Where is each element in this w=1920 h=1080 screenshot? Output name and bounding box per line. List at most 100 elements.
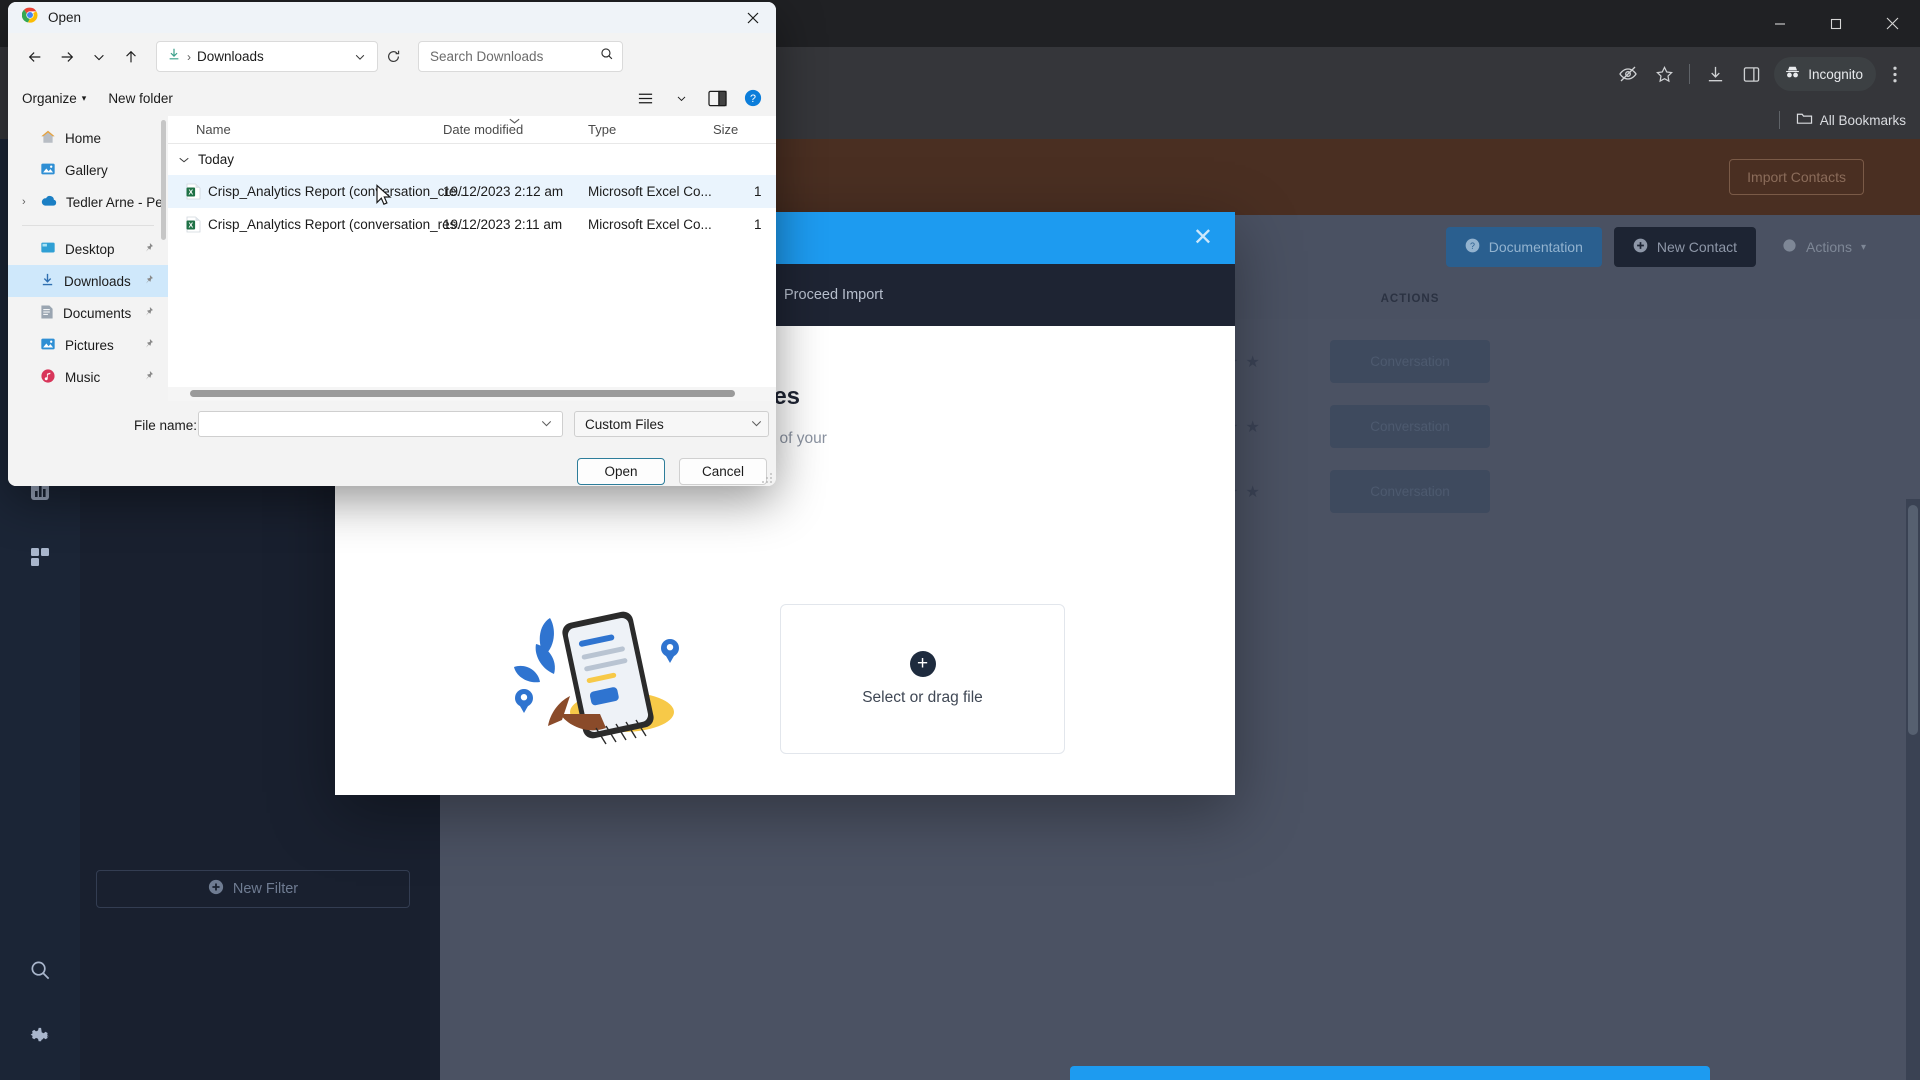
new-filter-button[interactable]: New Filter bbox=[96, 870, 410, 908]
file-row[interactable]: X Crisp_Analytics Report (conversation_r… bbox=[168, 208, 776, 241]
command-bar-right: ? bbox=[632, 85, 766, 111]
documentation-button[interactable]: ? Documentation bbox=[1445, 227, 1602, 267]
pin-icon[interactable] bbox=[142, 242, 154, 257]
sidebar-item-music[interactable]: Music bbox=[8, 361, 168, 393]
list-view-icon[interactable] bbox=[632, 85, 658, 111]
view-chevron-down-icon[interactable] bbox=[668, 85, 694, 111]
cancel-button[interactable]: Cancel bbox=[679, 458, 767, 485]
all-bookmarks-button[interactable]: All Bookmarks bbox=[1796, 111, 1906, 129]
row-conversation-button[interactable]: Conversation bbox=[1330, 340, 1490, 383]
resize-grip-icon[interactable] bbox=[761, 471, 773, 483]
pin-icon[interactable] bbox=[142, 370, 154, 385]
scrollbar-thumb[interactable] bbox=[190, 390, 735, 397]
sidebar-item-documents[interactable]: Documents bbox=[8, 297, 168, 329]
row-conversation-button[interactable]: Conversation bbox=[1330, 405, 1490, 448]
pin-icon[interactable] bbox=[142, 274, 154, 289]
import-contacts-button[interactable]: Import Contacts bbox=[1729, 159, 1864, 195]
file-list-header: Name Date modified Type Size bbox=[168, 116, 776, 144]
all-bookmarks-label: All Bookmarks bbox=[1819, 112, 1906, 128]
downloads-icon bbox=[167, 47, 181, 66]
file-list: Name Date modified Type Size Today X Cri… bbox=[168, 116, 776, 401]
sidebar-item-home[interactable]: Home bbox=[8, 122, 168, 154]
actions-label: Actions bbox=[1806, 239, 1852, 255]
arrow-left-icon[interactable] bbox=[20, 42, 50, 72]
organize-button[interactable]: Organize ▾ bbox=[22, 91, 86, 106]
three-dot-menu-icon[interactable] bbox=[1878, 57, 1912, 91]
column-header-name[interactable]: Name bbox=[196, 122, 231, 137]
excel-file-icon: X bbox=[186, 216, 201, 233]
chevron-down-icon[interactable] bbox=[751, 418, 762, 430]
new-filter-label: New Filter bbox=[232, 881, 299, 897]
profile-incognito-button[interactable]: Incognito bbox=[1774, 57, 1876, 91]
pin-icon[interactable] bbox=[142, 306, 154, 321]
sidebar-item-label: Desktop bbox=[65, 241, 115, 257]
sidebar-scrollbar-thumb[interactable] bbox=[161, 120, 166, 240]
file-dialog-footer: File name: Custom Files Open Cancel bbox=[8, 401, 776, 486]
arrow-right-icon[interactable] bbox=[52, 42, 82, 72]
plus-icon: + bbox=[909, 651, 936, 677]
bottom-accent-bar bbox=[1070, 1066, 1710, 1080]
toolbar-divider bbox=[1689, 64, 1691, 84]
home-icon bbox=[40, 129, 56, 148]
chevron-down-icon[interactable] bbox=[347, 44, 373, 70]
column-header-size[interactable]: Size bbox=[713, 122, 738, 137]
file-dialog-content: Home Gallery › Tedler Arne - Pe Desktop … bbox=[8, 116, 776, 401]
search-icon[interactable] bbox=[18, 948, 62, 992]
settings-gear-icon[interactable] bbox=[18, 1014, 62, 1058]
sidebar-item-downloads[interactable]: Downloads bbox=[8, 265, 168, 297]
sidebar-item-gallery[interactable]: Gallery bbox=[8, 154, 168, 186]
column-header-date-modified[interactable]: Date modified bbox=[443, 122, 523, 137]
actions-button[interactable]: Actions ▾ bbox=[1768, 227, 1880, 267]
sidebar-item-desktop[interactable]: Desktop bbox=[8, 233, 168, 265]
downloads-icon[interactable] bbox=[1698, 57, 1732, 91]
svg-text:?: ? bbox=[1470, 241, 1475, 251]
file-row[interactable]: X Crisp_Analytics Report (conversation_c… bbox=[168, 175, 776, 208]
file-dropzone[interactable]: + Select or drag file bbox=[780, 604, 1065, 754]
new-contact-label: New Contact bbox=[1656, 239, 1738, 255]
svg-text:X: X bbox=[188, 223, 193, 230]
file-list-horizontal-scrollbar[interactable] bbox=[168, 387, 776, 401]
sidebar-item-onedrive[interactable]: › Tedler Arne - Pe bbox=[8, 186, 168, 218]
chevron-down-icon[interactable] bbox=[178, 152, 190, 167]
sidebar-item-label: Tedler Arne - Pe bbox=[66, 194, 163, 210]
search-input[interactable]: Search Downloads bbox=[418, 41, 623, 72]
step-proceed-import-label: Proceed Import bbox=[784, 287, 884, 303]
incognito-eye-icon[interactable] bbox=[1611, 57, 1645, 91]
column-header-type[interactable]: Type bbox=[588, 122, 616, 137]
new-folder-button[interactable]: New folder bbox=[108, 91, 173, 106]
new-contact-button[interactable]: New Contact bbox=[1613, 227, 1757, 267]
scrollbar-thumb[interactable] bbox=[1908, 505, 1918, 735]
row-conversation-button[interactable]: Conversation bbox=[1330, 470, 1490, 513]
file-group-today[interactable]: Today bbox=[168, 144, 776, 175]
chevron-down-icon: ▾ bbox=[81, 92, 87, 103]
close-icon[interactable]: ✕ bbox=[1193, 226, 1213, 250]
chevron-down-icon[interactable] bbox=[541, 418, 558, 430]
table-scrollbar[interactable] bbox=[1906, 499, 1920, 1080]
pin-icon[interactable] bbox=[142, 338, 154, 353]
sidebar-item-pictures[interactable]: Pictures bbox=[8, 329, 168, 361]
help-icon[interactable]: ? bbox=[740, 85, 766, 111]
preview-pane-icon[interactable] bbox=[704, 85, 730, 111]
plus-circle-icon bbox=[1633, 238, 1648, 256]
toolbar-actions: Incognito bbox=[1611, 47, 1912, 101]
file-name-input[interactable] bbox=[198, 411, 563, 437]
close-icon[interactable] bbox=[730, 2, 776, 33]
bookmarks-divider bbox=[1778, 111, 1780, 129]
svg-text:?: ? bbox=[750, 93, 756, 105]
arrow-up-icon[interactable] bbox=[116, 42, 146, 72]
minimize-icon[interactable] bbox=[1752, 0, 1808, 47]
address-bar[interactable]: › Downloads bbox=[156, 41, 378, 72]
refresh-icon[interactable] bbox=[380, 44, 406, 70]
svg-text:X: X bbox=[188, 190, 193, 197]
file-type-select[interactable]: Custom Files bbox=[574, 411, 769, 437]
maximize-icon[interactable] bbox=[1808, 0, 1864, 47]
file-type: Microsoft Excel Co... bbox=[588, 217, 712, 232]
side-panel-icon[interactable] bbox=[1734, 57, 1768, 91]
file-dialog-titlebar: Open bbox=[8, 2, 776, 33]
open-button[interactable]: Open bbox=[577, 458, 665, 485]
recent-locations-chevron-down-icon[interactable] bbox=[84, 42, 114, 72]
plugins-icon[interactable] bbox=[18, 535, 62, 579]
chevron-right-icon[interactable]: › bbox=[22, 196, 26, 208]
bookmark-star-icon[interactable] bbox=[1647, 57, 1681, 91]
close-icon[interactable] bbox=[1864, 0, 1920, 47]
